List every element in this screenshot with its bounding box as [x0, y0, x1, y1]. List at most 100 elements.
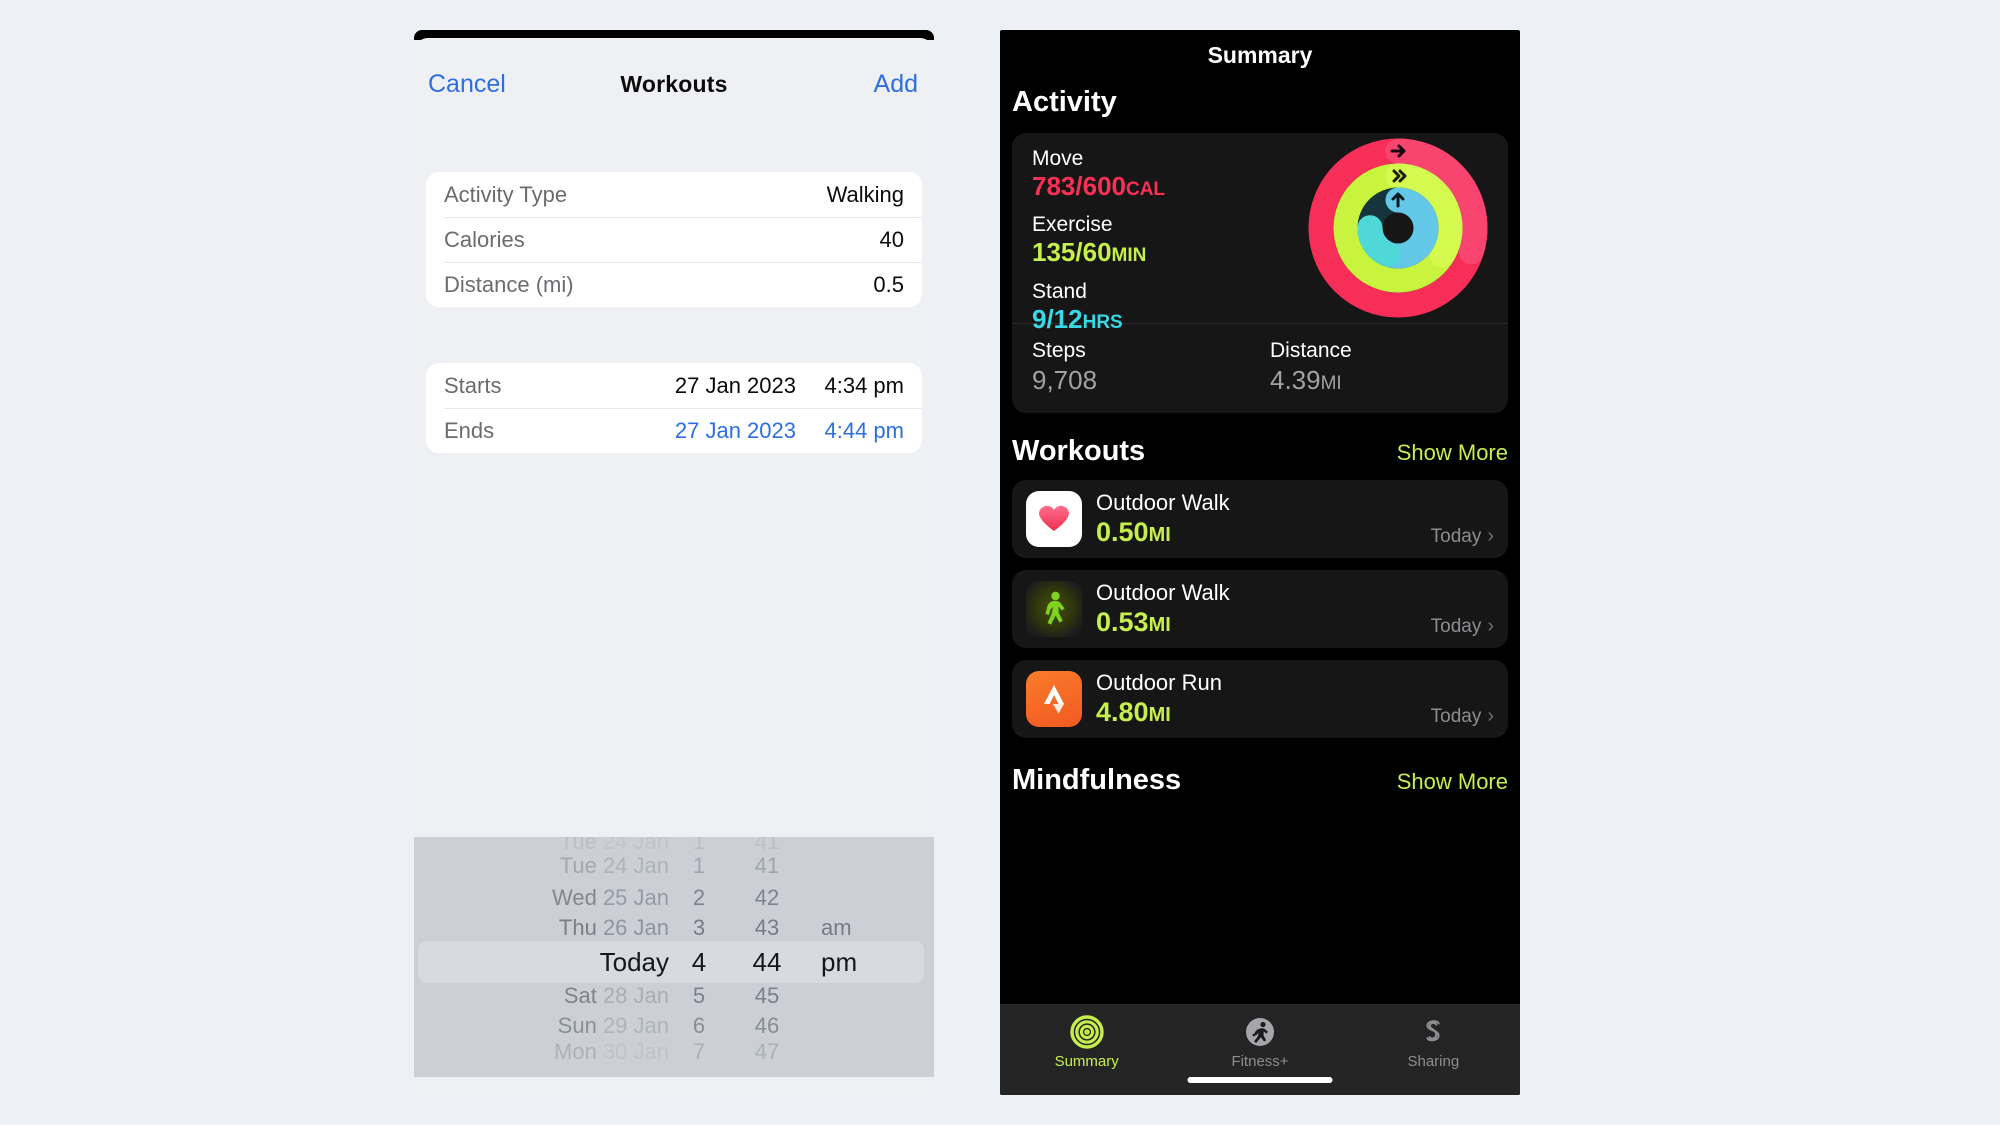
row-value: 40 [879, 226, 904, 252]
summary-title: Summary [1207, 42, 1313, 68]
row-label: Ends [444, 417, 495, 443]
stat-stand: Stand 9/12HRS [1032, 280, 1298, 335]
tab-sharing[interactable]: Sharing [1347, 1005, 1520, 1073]
stat-name: Stand [1032, 279, 1087, 303]
picker-row[interactable]: Sat 28 Jan 5 45 [414, 983, 934, 1009]
picker-ampm: pm [821, 947, 858, 977]
chevron-right-icon: › [1487, 614, 1494, 637]
picker-minute: 43 [754, 915, 780, 940]
summary-nav-bar: Summary [1000, 30, 1520, 78]
picker-row[interactable]: Thu 26 Jan 3 43 am [414, 915, 934, 941]
starts-date-value[interactable]: 27 Jan 2023 [675, 373, 796, 399]
picker-weekday: Thu [558, 915, 597, 940]
mindfulness-section-header: Mindfulness Show More [1000, 764, 1520, 797]
stat-exercise: Exercise 135/60MIN [1032, 213, 1298, 268]
workout-when: Today [1430, 525, 1482, 547]
picker-minute: 46 [754, 1013, 780, 1038]
stat-value: 135/60MIN [1032, 237, 1298, 268]
row-label: Calories [444, 226, 525, 252]
picker-row[interactable]: Tue 24 Jan 1 41 [414, 853, 934, 879]
picker-row[interactable]: Sun 29 Jan 6 46 [414, 1013, 934, 1039]
tab-fitness-plus[interactable]: Fitness+ [1173, 1005, 1346, 1073]
ends-date-value[interactable]: 27 Jan 2023 [675, 418, 796, 444]
stat-unit: MI [1320, 373, 1342, 395]
heart-icon [1026, 490, 1082, 547]
sheet-nav-bar: Cancel Workouts Add [414, 38, 934, 100]
picker-minute: 44 [752, 947, 782, 977]
stat-name: Exercise [1032, 213, 1113, 237]
ends-time-value[interactable]: 4:44 pm [812, 418, 905, 444]
running-person-icon [1245, 1017, 1274, 1046]
picker-date: 26 Jan [602, 915, 669, 940]
picker-hour: 3 [692, 915, 706, 940]
stat-number: 9/12 [1032, 303, 1083, 334]
right-phone-fitness-summary-screen: Summary Activity Move 783/600CAL Exercis… [1000, 30, 1520, 1095]
stat-value: 4.39MI [1270, 364, 1508, 397]
table-row-starts[interactable]: Starts 27 Jan 2023 4:34 pm [426, 363, 922, 408]
picker-weekday: Mon [554, 1039, 597, 1064]
stat-unit: CAL [1125, 179, 1166, 201]
stat-name: Move [1032, 147, 1084, 170]
picker-row[interactable]: Wed 25 Jan 2 42 [414, 885, 934, 911]
workout-distance-number: 0.53 [1096, 607, 1149, 638]
stat-steps: Steps 9,708 [1032, 338, 1270, 397]
tab-summary[interactable]: Summary [1000, 1005, 1173, 1073]
chevron-right-icon: › [1487, 704, 1494, 727]
picker-hour: 2 [692, 885, 706, 910]
workout-distance-unit: MI [1148, 614, 1171, 637]
picker-row-selected[interactable]: Today 4 44 pm [414, 947, 934, 978]
picker-hour: 5 [692, 983, 706, 1008]
picker-date: 29 Jan [602, 1013, 669, 1038]
picker-minute: 41 [754, 853, 780, 878]
workouts-heading: Workouts [1012, 434, 1146, 467]
picker-date: Today [599, 947, 669, 977]
tab-bar: Summary Fitness+ Sharing [1000, 1004, 1520, 1095]
workout-details-card: Activity Type Walking Calories 40 Distan… [426, 172, 922, 307]
workout-when: Today [1430, 615, 1482, 637]
row-value: 0.5 [873, 271, 904, 297]
list-item-workout[interactable]: Outdoor Walk 0.50MI Today › [1012, 479, 1508, 558]
workouts-show-more-link[interactable]: Show More [1397, 440, 1508, 466]
workouts-section-header: Workouts Show More [1000, 435, 1520, 468]
picker-row[interactable]: Mon 30 Jan 7 47 [414, 1039, 934, 1065]
stat-number: 9,708 [1032, 365, 1098, 396]
row-label: Distance (mi) [444, 271, 574, 297]
workout-title: Outdoor Walk [1096, 579, 1230, 605]
stat-number: 135/60 [1032, 237, 1112, 268]
row-label: Activity Type [444, 181, 568, 207]
picker-date: 30 Jan [602, 1039, 669, 1064]
picker-ampm: am [821, 915, 852, 940]
screenshot-stage: Cancel Workouts Add Activity Type Walkin… [0, 0, 2000, 1125]
picker-minute: 45 [754, 983, 780, 1008]
workout-title: Outdoor Run [1096, 669, 1222, 695]
stat-move: Move 783/600CAL [1032, 147, 1298, 202]
picker-hour: 4 [691, 947, 707, 977]
table-row-calories[interactable]: Calories 40 [426, 217, 922, 262]
strava-icon [1026, 670, 1082, 727]
workout-distance: 0.53MI [1096, 606, 1431, 638]
workout-distance: 4.80MI [1096, 696, 1431, 728]
list-item-workout[interactable]: Outdoor Walk 0.53MI Today › [1012, 569, 1508, 648]
activity-ring-stats: Move 783/600CAL Exercise 135/60MIN Stand… [1012, 133, 1298, 334]
walking-person-icon [1026, 580, 1082, 637]
starts-time-value[interactable]: 4:34 pm [812, 373, 905, 399]
picker-hour: 7 [692, 1039, 706, 1064]
row-value: Walking [826, 181, 904, 207]
sharing-icon [1426, 1019, 1440, 1041]
add-workout-sheet: Cancel Workouts Add Activity Type Walkin… [414, 38, 934, 1095]
add-button[interactable]: Add [874, 70, 918, 99]
workout-meta: Today › [1431, 525, 1494, 558]
home-indicator[interactable] [1187, 1077, 1333, 1083]
workout-meta: Today › [1431, 705, 1494, 738]
table-row-activity-type[interactable]: Activity Type Walking [426, 172, 922, 217]
picker-date: 25 Jan [602, 885, 669, 910]
activity-card[interactable]: Move 783/600CAL Exercise 135/60MIN Stand… [1012, 133, 1508, 413]
table-row-ends[interactable]: Ends 27 Jan 2023 4:44 pm [426, 408, 922, 453]
datetime-picker-wheel[interactable]: Tue 24 Jan 1 41 Tue 24 Jan 1 41 Wed 25 J… [414, 837, 934, 1077]
mindfulness-show-more-link[interactable]: Show More [1397, 769, 1508, 795]
workout-distance-number: 4.80 [1096, 697, 1149, 728]
list-item-workout[interactable]: Outdoor Run 4.80MI Today › [1012, 659, 1508, 738]
table-row-distance[interactable]: Distance (mi) 0.5 [426, 262, 922, 307]
mindfulness-heading: Mindfulness [1012, 763, 1182, 796]
picker-weekday: Tue [559, 853, 597, 878]
